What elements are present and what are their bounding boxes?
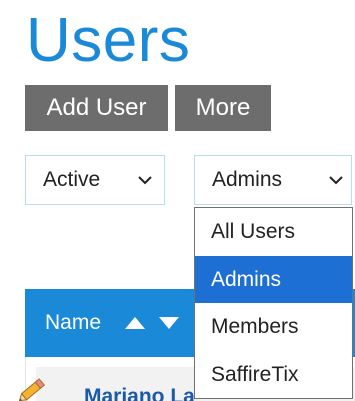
status-filter-select[interactable]: Active [25, 155, 165, 205]
sort-ascending-icon[interactable] [125, 317, 145, 329]
pencil-icon[interactable] [14, 378, 48, 401]
page-title: Users [26, 6, 191, 75]
column-header-name[interactable]: Name [45, 289, 101, 357]
role-option-members[interactable]: Members [195, 303, 352, 351]
role-filter-value: Admins [212, 168, 283, 191]
chevron-down-icon [138, 176, 152, 185]
users-page: Users Add User More Active Admins Name M… [0, 0, 355, 401]
chevron-down-icon [329, 176, 343, 185]
user-name-link[interactable]: Mariano La [84, 385, 195, 401]
add-user-button[interactable]: Add User [25, 85, 168, 131]
role-filter-dropdown: All Users Admins Members SaffireTix [194, 207, 353, 399]
role-option-all-users[interactable]: All Users [195, 208, 352, 256]
sort-descending-icon[interactable] [159, 317, 179, 329]
status-filter-value: Active [43, 168, 101, 191]
role-filter-select[interactable]: Admins [194, 155, 352, 205]
role-option-admins[interactable]: Admins [195, 255, 352, 303]
more-button[interactable]: More [175, 85, 271, 131]
role-option-saffiretix[interactable]: SaffireTix [195, 351, 352, 399]
